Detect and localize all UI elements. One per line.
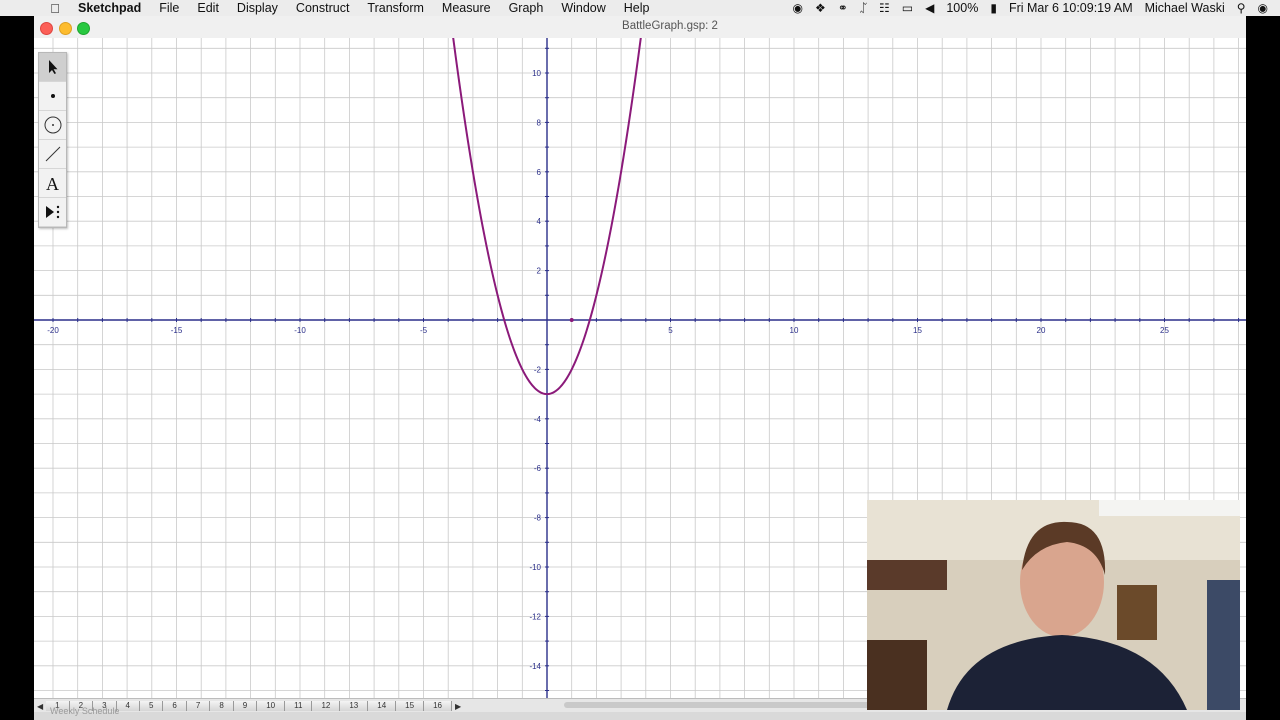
menu-help[interactable]: Help xyxy=(615,1,659,15)
page-tab-4[interactable]: 4 xyxy=(116,701,140,711)
y-tick-label: 4 xyxy=(537,217,542,226)
page-tab-10[interactable]: 10 xyxy=(257,701,286,711)
x-tick-label: 10 xyxy=(790,326,799,335)
toolbox: A xyxy=(38,52,67,228)
creative-cloud-icon[interactable]: ⚭ xyxy=(832,1,854,15)
y-tick-label: 6 xyxy=(537,168,542,177)
apple-menu-icon[interactable]:  xyxy=(46,1,64,16)
arrow-tool[interactable] xyxy=(39,53,66,82)
menu-graph[interactable]: Graph xyxy=(500,1,553,15)
title-bar[interactable]: BattleGraph.gsp: 2 xyxy=(34,16,1246,39)
battery-percent: 100% xyxy=(946,1,979,15)
x-tick-label: 20 xyxy=(1037,326,1046,335)
point-tool-icon xyxy=(50,94,55,98)
menu-window[interactable]: Window xyxy=(552,1,614,15)
menu-edit[interactable]: Edit xyxy=(188,1,228,15)
volume-icon[interactable]: ◀ xyxy=(919,1,940,15)
menu-display[interactable]: Display xyxy=(228,1,287,15)
x-tick-label: -20 xyxy=(47,326,59,335)
webcam-overlay xyxy=(867,500,1240,710)
tabs-scroll-left-icon[interactable]: ◀ xyxy=(34,702,46,711)
siri-icon[interactable]: ◉ xyxy=(1252,1,1274,15)
arrow-tool-icon xyxy=(48,60,57,74)
status-strip xyxy=(34,712,1246,720)
dropbox-icon[interactable]: ❖ xyxy=(809,1,832,15)
y-tick-label: -10 xyxy=(529,563,541,572)
y-tick-label: -4 xyxy=(534,415,542,424)
x-tick-label: 15 xyxy=(913,326,922,335)
app-menu[interactable]: Sketchpad xyxy=(64,1,150,15)
y-tick-label: -6 xyxy=(534,464,542,473)
bluetooth-icon[interactable]: ᛢ xyxy=(854,1,873,15)
y-tick-label: 8 xyxy=(537,118,542,127)
menu-measure[interactable]: Measure xyxy=(433,1,500,15)
window-title: BattleGraph.gsp: 2 xyxy=(622,20,718,32)
page-tab-13[interactable]: 13 xyxy=(340,701,369,711)
clock[interactable]: Fri Mar 6 10:09:19 AM xyxy=(1003,1,1139,15)
x-tick-label: -10 xyxy=(294,326,306,335)
point-tool[interactable] xyxy=(39,82,66,111)
y-tick-label: 2 xyxy=(537,267,542,276)
user-name[interactable]: Michael Waski xyxy=(1139,1,1231,15)
footer-hint: Weekly Schedule xyxy=(50,706,120,716)
menu-transform[interactable]: Transform xyxy=(358,1,433,15)
y-tick-label: -8 xyxy=(534,514,542,523)
page-tab-14[interactable]: 14 xyxy=(368,701,397,711)
record-icon[interactable]: ◉ xyxy=(786,1,808,15)
x-tick-label: 25 xyxy=(1160,326,1169,335)
presenter-video xyxy=(867,500,1240,710)
menu-construct[interactable]: Construct xyxy=(287,1,359,15)
page-tab-5[interactable]: 5 xyxy=(139,701,164,711)
menu-file[interactable]: File xyxy=(150,1,188,15)
axis-point[interactable] xyxy=(569,318,574,322)
page-tab-16[interactable]: 16 xyxy=(424,701,452,711)
compass-tool-icon xyxy=(44,116,61,134)
y-tick-label: -2 xyxy=(534,365,542,374)
x-tick-label: 5 xyxy=(668,326,673,335)
y-tick-label: 10 xyxy=(532,69,541,78)
page-tab-9[interactable]: 9 xyxy=(233,701,258,711)
page-tab-12[interactable]: 12 xyxy=(312,701,341,711)
text-tool[interactable]: A xyxy=(39,169,66,198)
battery-icon[interactable]: ▮ xyxy=(984,1,1003,15)
straightedge-tool[interactable] xyxy=(39,140,66,169)
page-tab-11[interactable]: 11 xyxy=(285,701,313,711)
airplay-icon[interactable]: ▭ xyxy=(896,1,919,15)
y-tick-label: -14 xyxy=(529,662,541,671)
svg-text:A: A xyxy=(46,174,59,193)
x-tick-label: -5 xyxy=(420,326,428,335)
straightedge-tool-icon xyxy=(45,146,60,162)
tabs-scroll-right-icon[interactable]: ▶ xyxy=(452,702,464,711)
compass-tool[interactable] xyxy=(39,111,66,140)
x-tick-label: -15 xyxy=(171,326,183,335)
custom-tool-icon xyxy=(45,205,59,219)
menubar:  Sketchpad File Edit Display Construct … xyxy=(0,0,1280,16)
spotlight-search-icon[interactable]: ⚲ xyxy=(1231,1,1252,15)
page-tab-8[interactable]: 8 xyxy=(210,701,234,711)
status-area: ◉ ❖ ⚭ ᛢ ☷ ▭ ◀ 100% ▮ Fri Mar 6 10:09:19 … xyxy=(786,0,1274,16)
y-tick-label: -12 xyxy=(529,612,541,621)
page-tab-6[interactable]: 6 xyxy=(163,701,187,711)
page-tab-15[interactable]: 15 xyxy=(396,701,425,711)
custom-tool[interactable] xyxy=(39,198,66,227)
page-tab-7[interactable]: 7 xyxy=(186,701,211,711)
wifi-icon[interactable]: ☷ xyxy=(873,1,896,15)
text-tool-icon: A xyxy=(46,174,59,193)
